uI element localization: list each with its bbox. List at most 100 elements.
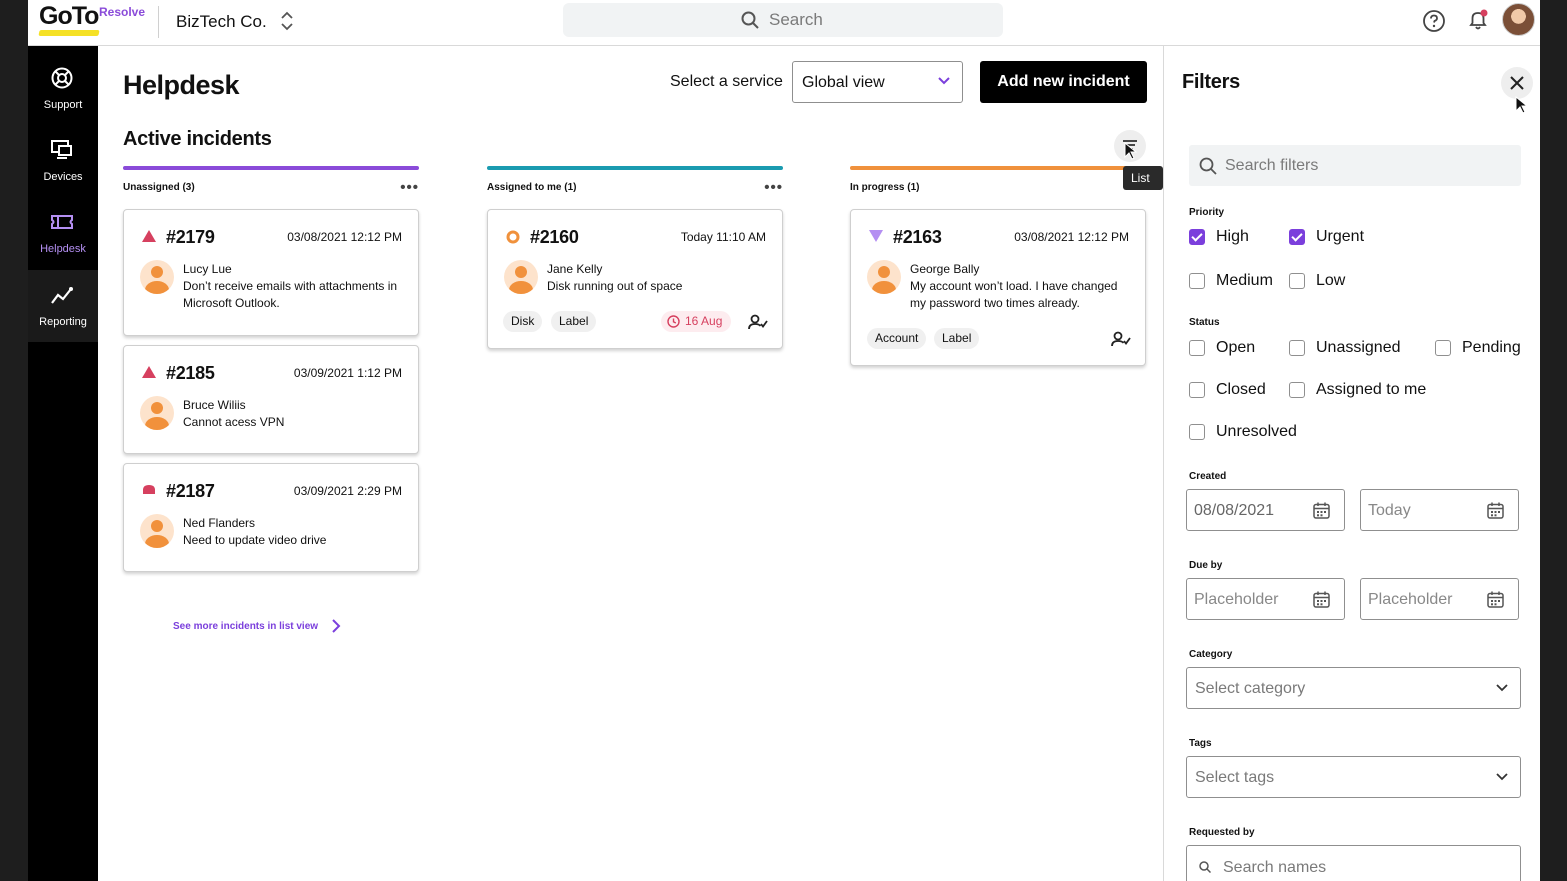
column-title: In progress (1) <box>850 182 920 193</box>
created-from-input[interactable] <box>1194 500 1304 522</box>
more-options-icon[interactable]: ••• <box>400 179 419 196</box>
incident-number: #2160 <box>530 227 579 247</box>
sidebar-item-devices[interactable]: Devices <box>28 118 98 190</box>
due-by-label: Due by <box>1189 560 1223 571</box>
requested-by-input[interactable] <box>1223 857 1483 879</box>
incident-description: Cannot acess VPN <box>183 415 285 429</box>
incident-date: 03/09/2021 2:29 PM <box>293 484 402 498</box>
checkbox-box[interactable] <box>1289 340 1305 356</box>
search-input[interactable] <box>769 9 969 31</box>
checkbox-label: Urgent <box>1316 228 1365 245</box>
checkbox-label: Pending <box>1462 339 1521 356</box>
search-icon <box>1199 157 1217 175</box>
user-avatar[interactable] <box>1502 3 1535 36</box>
checkbox-label: Open <box>1216 339 1256 356</box>
help-icon[interactable] <box>1422 9 1446 33</box>
created-to-input[interactable] <box>1368 500 1478 522</box>
created-to-field[interactable] <box>1360 489 1519 531</box>
app-window: GoTo Resolve BizTech Co. Search Support … <box>28 0 1540 881</box>
created-from-field[interactable] <box>1186 489 1345 531</box>
sidebar-item-label: Devices <box>43 171 83 183</box>
search-icon <box>741 11 759 29</box>
assign-user-icon[interactable] <box>748 314 768 330</box>
global-search[interactable] <box>563 3 1003 37</box>
due-from-field[interactable] <box>1186 578 1345 620</box>
incident-card[interactable]: #2179 03/08/2021 12:12 PM Lucy Lue Don’t… <box>123 209 419 336</box>
tag[interactable]: Label <box>934 328 980 349</box>
person-avatar <box>140 396 174 430</box>
calendar-icon[interactable] <box>1313 502 1330 519</box>
assign-user-icon[interactable] <box>1111 331 1131 347</box>
service-select-value: Global view <box>802 74 885 91</box>
incident-card[interactable]: #2185 03/09/2021 1:12 PM Bruce Wiliis Ca… <box>123 345 419 454</box>
tag[interactable]: Label <box>551 311 597 332</box>
notification-bell-icon[interactable] <box>1466 8 1490 32</box>
incident-date: 03/08/2021 12:12 PM <box>1014 230 1129 244</box>
checkbox-box[interactable] <box>1289 229 1305 245</box>
calendar-icon[interactable] <box>1487 591 1504 608</box>
tag[interactable]: Disk <box>503 311 543 332</box>
incident-number: #2163 <box>893 227 942 247</box>
checkbox-box[interactable] <box>1289 273 1305 289</box>
checkbox-box[interactable] <box>1189 382 1205 398</box>
tags-select[interactable]: Select tags <box>1186 756 1521 798</box>
devices-icon <box>51 140 72 159</box>
priority-high-icon <box>142 230 156 242</box>
sidebar-item-label: Reporting <box>39 316 87 328</box>
checkbox-box[interactable] <box>1189 273 1205 289</box>
divider <box>158 6 159 38</box>
incident-card[interactable]: #2160 Today 11:10 AM Jane Kelly Disk run… <box>487 209 783 349</box>
calendar-icon[interactable] <box>1313 591 1330 608</box>
checkbox-box[interactable] <box>1435 340 1451 356</box>
category-label: Category <box>1189 649 1233 660</box>
sidebar-item-label: Helpdesk <box>40 243 86 255</box>
tags-label: Tags <box>1189 738 1212 749</box>
incident-number: #2187 <box>166 481 215 501</box>
requested-by-field[interactable] <box>1186 845 1521 881</box>
due-to-input[interactable] <box>1368 589 1478 611</box>
org-name[interactable]: BizTech Co. <box>176 12 267 32</box>
checkbox-label: Unresolved <box>1216 423 1297 440</box>
priority-high-icon <box>142 366 156 378</box>
tag[interactable]: Account <box>867 328 927 349</box>
chevron-down-icon <box>1496 684 1508 692</box>
column-color-bar <box>487 166 783 170</box>
sidebar-item-helpdesk[interactable]: Helpdesk <box>28 190 98 262</box>
main-content: Helpdesk Select a service Global view Ad… <box>98 46 1163 881</box>
add-new-incident-button[interactable]: Add new incident <box>980 61 1147 103</box>
priority-urgent-icon <box>142 485 156 496</box>
due-to-field[interactable] <box>1360 578 1519 620</box>
incident-card[interactable]: #2187 03/09/2021 2:29 PM Ned Flanders Ne… <box>123 463 419 572</box>
lifebuoy-icon <box>51 67 73 89</box>
close-filters-button[interactable] <box>1501 67 1533 99</box>
due-from-input[interactable] <box>1194 589 1304 611</box>
goto-resolve-logo[interactable]: GoTo Resolve <box>38 2 149 38</box>
requester-name: George Bally <box>910 262 980 276</box>
checkbox-box[interactable] <box>1189 340 1205 356</box>
ticket-icon <box>51 215 73 229</box>
checkbox-box[interactable] <box>1189 229 1205 245</box>
checkbox-box[interactable] <box>1189 424 1205 440</box>
sidebar-item-label: Support <box>43 99 83 111</box>
sidebar-item-support[interactable]: Support <box>28 46 98 118</box>
created-label: Created <box>1189 471 1227 482</box>
incident-card[interactable]: #2163 03/08/2021 12:12 PM George Bally M… <box>850 209 1146 366</box>
category-select[interactable]: Select category <box>1186 667 1521 709</box>
see-more-link[interactable]: See more incidents in list view <box>173 619 341 633</box>
due-date-badge: 16 Aug <box>661 311 732 332</box>
sidebar-item-reporting[interactable]: Reporting <box>28 270 98 342</box>
more-options-icon[interactable]: ••• <box>764 179 783 196</box>
top-bar: GoTo Resolve BizTech Co. <box>28 0 1540 46</box>
column-title: Assigned to me (1) <box>487 182 577 193</box>
calendar-icon[interactable] <box>1487 502 1504 519</box>
person-avatar <box>140 260 174 294</box>
service-select[interactable]: Global view <box>792 61 963 103</box>
column-title: Unassigned (3) <box>123 182 195 193</box>
filter-search[interactable] <box>1189 145 1521 186</box>
logo-text: GoTo <box>39 2 99 30</box>
tooltip: List view <box>1123 166 1163 209</box>
filter-search-input[interactable] <box>1225 155 1505 177</box>
chevron-up-down-icon[interactable] <box>278 8 296 34</box>
checkbox-box[interactable] <box>1289 382 1305 398</box>
sidebar: Support Devices Helpdesk Reporting <box>28 46 98 881</box>
